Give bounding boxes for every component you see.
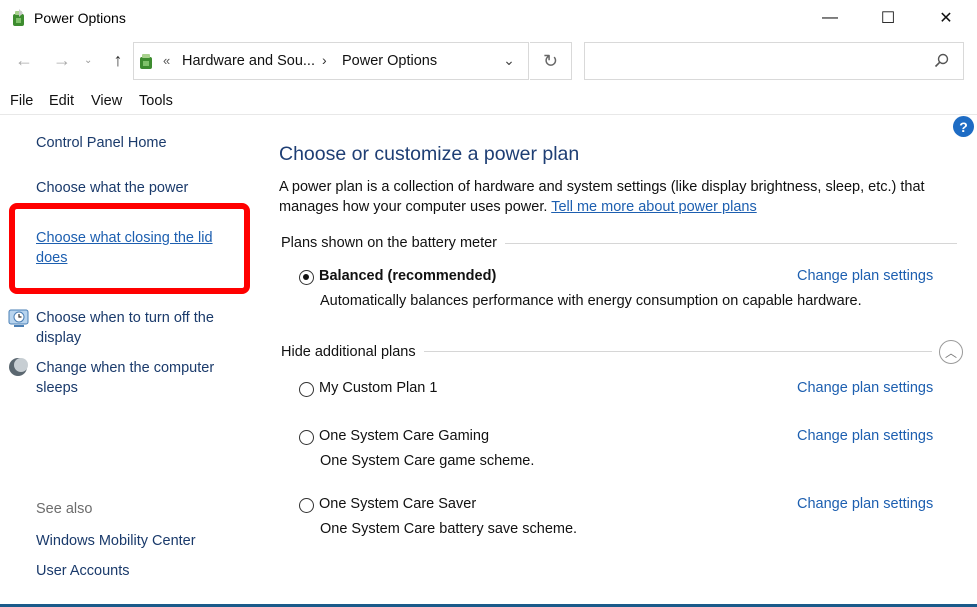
help-button[interactable]: ? [953, 116, 974, 137]
menu-divider [0, 114, 977, 115]
user-accounts-link[interactable]: User Accounts [36, 561, 130, 581]
plan-radio-custom[interactable] [299, 382, 314, 397]
plan-radio-balanced[interactable] [299, 270, 314, 285]
plan-desc-balanced: Automatically balances performance with … [320, 293, 862, 309]
see-also-heading: See also [36, 501, 93, 517]
computer-sleep-link[interactable]: Change when the computer sleeps [36, 358, 236, 398]
plan-desc-gaming: One System Care game scheme. [320, 453, 535, 469]
power-options-icon [140, 54, 152, 69]
breadcrumb-separator-icon[interactable]: › [322, 52, 327, 68]
breadcrumb-overflow[interactable]: « [163, 53, 170, 68]
back-button[interactable]: ← [12, 50, 36, 71]
moon-icon [9, 358, 28, 376]
collapse-button[interactable]: ︿ [939, 340, 963, 364]
close-icon: ✕ [939, 10, 953, 27]
minimize-icon: — [822, 9, 838, 26]
breadcrumb-hardware-and-sound[interactable]: Hardware and Sou... [182, 53, 315, 69]
menu-file[interactable]: File [10, 93, 33, 109]
page-title: Choose or customize a power plan [279, 143, 580, 165]
windows-mobility-center-link[interactable]: Windows Mobility Center [36, 531, 196, 551]
page-description: A power plan is a collection of hardware… [279, 177, 969, 217]
power-options-icon [13, 9, 24, 26]
plan-name-gaming[interactable]: One System Care Gaming [319, 428, 489, 444]
chevron-up-icon: ︿ [944, 345, 957, 360]
menu-tools[interactable]: Tools [139, 93, 173, 109]
plan-name-balanced[interactable]: Balanced (recommended) [319, 268, 496, 284]
learn-more-link[interactable]: Tell me more about power plans [551, 199, 757, 215]
breadcrumb-power-options[interactable]: Power Options [342, 53, 437, 69]
forward-button[interactable]: → [50, 50, 74, 71]
search-icon[interactable] [934, 53, 949, 68]
close-button[interactable]: ✕ [917, 0, 975, 36]
chevron-down-icon: ⌄ [503, 52, 515, 68]
maximize-icon: ☐ [880, 10, 896, 27]
plan-radio-gaming[interactable] [299, 430, 314, 445]
choose-lid-action-link[interactable]: Choose what closing the lid does [36, 228, 236, 268]
arrow-up-icon: ↑ [113, 50, 123, 70]
plan-desc-saver: One System Care battery save scheme. [320, 521, 578, 537]
section-battery-meter: Plans shown on the battery meter [281, 235, 506, 251]
menu-edit[interactable]: Edit [49, 93, 74, 109]
section-hide-additional[interactable]: Hide additional plans [281, 344, 424, 360]
arrow-left-icon: ← [15, 50, 33, 70]
maximize-button[interactable]: ☐ [859, 0, 917, 36]
plan-name-custom[interactable]: My Custom Plan 1 [319, 380, 437, 396]
question-icon: ? [959, 118, 968, 135]
change-plan-settings-link[interactable]: Change plan settings [797, 428, 933, 444]
refresh-icon: ↻ [542, 50, 559, 71]
choose-power-buttons-link[interactable]: Choose what the power [36, 178, 188, 198]
arrow-right-icon: → [53, 50, 71, 70]
plan-radio-saver[interactable] [299, 498, 314, 513]
change-plan-settings-link[interactable]: Change plan settings [797, 496, 933, 512]
menu-view[interactable]: View [91, 93, 122, 109]
turn-off-display-link[interactable]: Choose when to turn off the display [36, 308, 236, 348]
change-plan-settings-link[interactable]: Change plan settings [797, 268, 933, 284]
clock-monitor-icon [8, 309, 29, 327]
chevron-down-icon: ⌄ [84, 55, 93, 66]
up-button[interactable]: ↑ [106, 50, 130, 71]
control-panel-home-link[interactable]: Control Panel Home [36, 133, 167, 153]
address-dropdown-button[interactable]: ⌄ [497, 52, 521, 69]
plan-name-saver[interactable]: One System Care Saver [319, 496, 476, 512]
change-plan-settings-link[interactable]: Change plan settings [797, 380, 933, 396]
window-title: Power Options [34, 10, 126, 26]
recent-locations-button[interactable]: ⌄ [84, 55, 92, 66]
search-input[interactable] [584, 42, 964, 80]
minimize-button[interactable]: — [801, 0, 859, 36]
refresh-button[interactable]: ↻ [530, 42, 572, 80]
